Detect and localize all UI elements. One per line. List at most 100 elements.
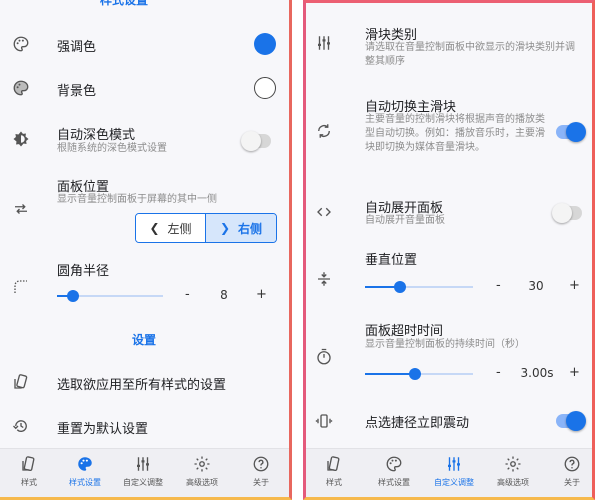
- apply-all-row[interactable]: 选取欲应用至所有样式的设置: [0, 366, 292, 398]
- corner-radius-increase[interactable]: +: [256, 287, 267, 302]
- shortcut-vibrate-toggle[interactable]: [556, 411, 586, 431]
- panel-timeout-desc: 显示音量控制面板的持续时间（秒）: [365, 339, 525, 350]
- panel-timeout-label: 面板超时时间: [365, 324, 444, 339]
- nav-style[interactable]: 样式: [305, 455, 363, 488]
- auto-expand-desc: 自动展开音量面板: [365, 215, 445, 226]
- vertical-position-label: 垂直位置: [365, 253, 418, 268]
- background-color-swatch[interactable]: [254, 77, 276, 99]
- help-icon: [253, 456, 269, 472]
- nav-about[interactable]: 关于: [232, 455, 290, 488]
- palette-icon: [386, 456, 402, 472]
- accent-color-row[interactable]: 强调色: [0, 28, 292, 60]
- rounded-corner-icon: [10, 276, 32, 298]
- panel-position-row: 面板位置 显示音量控制面板于屏幕的其中一侧 ❮ 左侧 ❯ 右侧: [0, 172, 292, 247]
- background-color-row[interactable]: 背景色: [0, 72, 292, 104]
- vertical-position-value: 30: [528, 279, 544, 293]
- nav-about[interactable]: 关于: [543, 455, 595, 488]
- nav-advanced[interactable]: 高级选项: [173, 455, 231, 488]
- right-side-label: 右侧: [238, 221, 263, 236]
- slider-thumb[interactable]: [67, 290, 79, 302]
- panel-timeout-increase[interactable]: +: [569, 365, 580, 380]
- nav-customize-label: 自定义调整: [434, 478, 474, 487]
- auto-switch-row[interactable]: 自动切换主滑块 主要音量的控制滑块将根据声音的播放类型自动切换。例如：播放音乐时…: [303, 92, 595, 172]
- slider-thumb[interactable]: [409, 368, 421, 380]
- slider-types-row[interactable]: 滑块类别 请选取在音量控制面板中欲显示的滑块类别并调整其顺序: [303, 20, 595, 70]
- chevron-left-icon: ❮: [149, 221, 160, 235]
- nav-style-settings-label: 样式设置: [69, 478, 101, 487]
- vertical-position-increase[interactable]: +: [569, 278, 580, 293]
- sliders-icon: [313, 32, 335, 54]
- vertical-position-decrease[interactable]: -: [496, 278, 501, 293]
- nav-style-settings-label: 样式设置: [378, 478, 410, 487]
- copy-style-icon: [10, 371, 32, 393]
- background-color-label: 背景色: [57, 84, 97, 99]
- nav-customize-label: 自定义调整: [123, 478, 163, 487]
- section-header-style-settings: 样式设置: [100, 0, 149, 7]
- gear-icon: [505, 456, 521, 472]
- apply-all-label: 选取欲应用至所有样式的设置: [57, 378, 227, 393]
- panel-timeout-slider[interactable]: [365, 368, 473, 380]
- shortcut-vibrate-label: 点选捷径立即震动: [365, 416, 470, 431]
- nav-advanced-label: 高级选项: [186, 478, 218, 487]
- panel-position-segmented: ❮ 左侧 ❯ 右侧: [135, 213, 277, 243]
- accent-color-label: 强调色: [57, 40, 97, 55]
- corner-radius-slider[interactable]: [57, 290, 163, 302]
- gear-icon: [194, 456, 210, 472]
- nav-about-label: 关于: [564, 478, 580, 487]
- vertical-position-slider[interactable]: [365, 281, 473, 293]
- reset-label: 重置为默认设置: [57, 422, 149, 437]
- auto-expand-toggle[interactable]: [552, 203, 582, 223]
- toggle-knob: [566, 122, 586, 142]
- auto-dark-mode-row[interactable]: 自动深色模式 根随系统的深色模式设置: [0, 120, 292, 160]
- screen-gap: [292, 0, 303, 500]
- slider-fill: [365, 373, 415, 375]
- help-icon: [564, 456, 580, 472]
- swap-horizontal-icon: [10, 198, 32, 220]
- sliders-icon: [448, 457, 460, 471]
- nav-customize[interactable]: 自定义调整: [425, 455, 483, 488]
- shortcut-vibrate-row[interactable]: 点选捷径立即震动: [303, 406, 595, 436]
- panel-timeout-value: 3.00s: [520, 366, 554, 380]
- palette-icon: [10, 77, 32, 99]
- nav-advanced[interactable]: 高级选项: [484, 455, 542, 488]
- bottom-navigation: 样式 样式设置 自定义调整 高级选项 关于: [0, 448, 292, 500]
- toggle-knob: [566, 411, 586, 431]
- brightness-icon: [10, 128, 32, 150]
- vertical-position-row: 垂直位置 - 30 +: [303, 247, 595, 299]
- sliders-icon: [137, 457, 149, 471]
- corner-radius-decrease[interactable]: -: [185, 287, 190, 302]
- code-arrows-icon: [313, 201, 335, 223]
- nav-customize[interactable]: 自定义调整: [114, 455, 172, 488]
- left-side-option[interactable]: ❮ 左侧: [136, 214, 206, 242]
- nav-style-settings[interactable]: 样式设置: [56, 455, 114, 488]
- corner-radius-value: 8: [220, 288, 228, 302]
- section-header-settings: 设置: [132, 333, 157, 347]
- auto-dark-mode-toggle[interactable]: [241, 131, 271, 151]
- screenshot-stage: 样式设置 强调色 背景色 自动深色模式 根随系统的深色模式设置 面板位置 显示音…: [0, 0, 600, 500]
- right-side-option[interactable]: ❯ 右侧: [206, 214, 276, 242]
- nav-style[interactable]: 样式: [0, 455, 58, 488]
- palette-icon: [78, 457, 92, 471]
- accent-color-swatch[interactable]: [254, 33, 276, 55]
- slider-thumb[interactable]: [394, 281, 406, 293]
- restore-icon: [10, 415, 32, 437]
- customize-screen: 滑块类别 请选取在音量控制面板中欲显示的滑块类别并调整其顺序 自动切换主滑块 主…: [303, 0, 595, 500]
- timer-icon: [313, 346, 335, 368]
- corner-radius-label: 圆角半径: [57, 264, 110, 279]
- panel-timeout-decrease[interactable]: -: [496, 365, 501, 380]
- slider-types-desc: 请选取在音量控制面板中欲显示的滑块类别并调整其顺序: [365, 42, 575, 67]
- style-settings-screen: 样式设置 强调色 背景色 自动深色模式 根随系统的深色模式设置 面板位置 显示音…: [0, 0, 292, 500]
- auto-expand-row[interactable]: 自动展开面板 自动展开音量面板: [303, 193, 595, 233]
- auto-switch-toggle[interactable]: [556, 122, 586, 142]
- nav-style-settings[interactable]: 样式设置: [365, 455, 423, 488]
- palette-icon: [10, 33, 32, 55]
- vertical-align-icon: [313, 268, 335, 290]
- left-side-label: 左侧: [167, 221, 192, 236]
- corner-radius-row: 圆角半径 - 8 +: [0, 258, 292, 308]
- reset-row[interactable]: 重置为默认设置: [0, 410, 292, 442]
- toggle-knob: [552, 203, 572, 223]
- vibrate-icon: [313, 410, 335, 432]
- phone-icon: [22, 456, 35, 472]
- chevron-right-icon: ❯: [219, 221, 231, 235]
- auto-dark-mode-label: 自动深色模式: [57, 128, 136, 143]
